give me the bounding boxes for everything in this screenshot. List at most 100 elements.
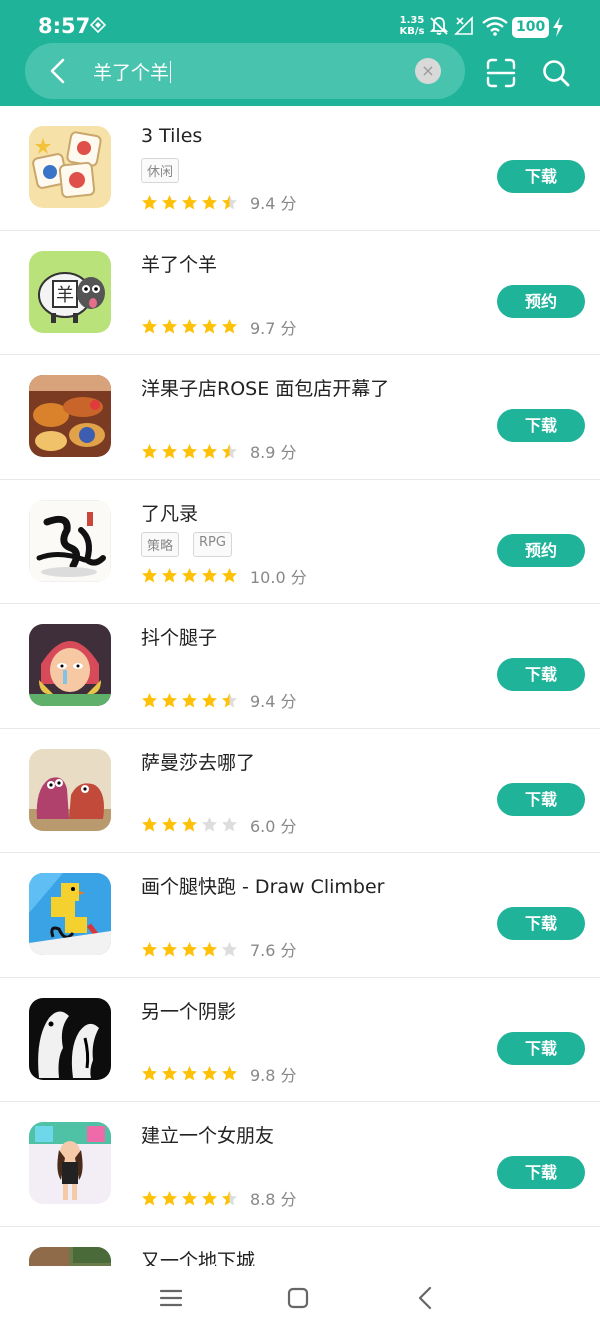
- list-item[interactable]: 3 Tiles 休闲 9.4 分 下载: [0, 106, 600, 231]
- app-name[interactable]: 萨曼莎去哪了: [141, 748, 255, 775]
- list-item[interactable]: 萨曼莎去哪了 6.0 分 下载: [0, 729, 600, 853]
- app-tag: 策略: [141, 531, 180, 557]
- download-button[interactable]: 下载: [497, 907, 585, 940]
- app-name[interactable]: 画个腿快跑 - Draw Climber: [141, 872, 385, 899]
- list-item[interactable]: 建立一个女朋友 8.8 分 下载: [0, 1102, 600, 1227]
- mute-bell-icon: [429, 17, 449, 35]
- list-item[interactable]: 另一个阴影 9.8 分 下载: [0, 978, 600, 1102]
- back-icon[interactable]: [412, 1284, 440, 1312]
- download-button[interactable]: 下载: [497, 160, 585, 193]
- home-icon[interactable]: [284, 1284, 312, 1312]
- star-icon: [182, 1190, 197, 1205]
- download-button[interactable]: 下载: [497, 782, 585, 816]
- star-icon: [202, 1066, 217, 1081]
- list-item[interactable]: 洋果子店ROSE 面包店开幕了 8.9 分 下载: [0, 355, 600, 480]
- app-name[interactable]: 洋果子店ROSE 面包店开幕了: [141, 374, 389, 401]
- star-icon: [182, 941, 197, 956]
- star-rating: [141, 692, 238, 709]
- app-icon-shake-legs[interactable]: [29, 624, 111, 706]
- app-name[interactable]: 另一个阴影: [141, 997, 236, 1024]
- app-tag: RPG: [193, 531, 232, 557]
- list-item[interactable]: 抖个腿子 9.4 分 下载: [0, 604, 600, 729]
- download-button[interactable]: 下载: [497, 658, 585, 691]
- star-icon: [142, 319, 157, 334]
- app-tags: 策略 RPG: [141, 531, 232, 557]
- back-arrow-icon[interactable]: [45, 57, 71, 85]
- app-rating: 6.0 分: [141, 813, 297, 837]
- search-results-list: 3 Tiles 休闲 9.4 分 下载 羊 羊了个羊 9.7 分 预约 洋果子店…: [0, 106, 600, 1333]
- star-icon: [202, 568, 217, 583]
- app-icon-liaofanlu[interactable]: [29, 499, 111, 582]
- star-icon: [202, 443, 217, 458]
- app-icon-sheep[interactable]: 羊: [29, 250, 111, 333]
- list-item[interactable]: 了凡录 策略 RPG 10.0 分 预约: [0, 480, 600, 604]
- app-rating: 10.0 分: [141, 564, 307, 588]
- app-icon-another-shadow[interactable]: [29, 997, 111, 1080]
- location-icon: [90, 17, 106, 33]
- reserve-button[interactable]: 预约: [497, 284, 585, 318]
- star-rating: [141, 1065, 238, 1082]
- star-icon: [142, 194, 157, 209]
- app-rating: 9.8 分: [141, 1062, 297, 1086]
- star-icon: [142, 443, 157, 458]
- app-tag: 休闲: [141, 158, 180, 183]
- app-name[interactable]: 抖个腿子: [141, 623, 217, 650]
- list-item[interactable]: 画个腿快跑 - Draw Climber 7.6 分 下载: [0, 853, 600, 978]
- star-icon: [222, 319, 237, 334]
- star-rating: [141, 816, 238, 833]
- app-score: 6.0 分: [250, 816, 297, 836]
- app-score: 9.4 分: [250, 194, 297, 213]
- list-item[interactable]: 羊 羊了个羊 9.7 分 预约: [0, 231, 600, 355]
- reserve-button[interactable]: 预约: [497, 533, 585, 567]
- star-icon: [182, 692, 197, 707]
- menu-icon[interactable]: [157, 1284, 185, 1312]
- app-rating: 9.4 分: [141, 688, 297, 712]
- star-icon: [162, 568, 177, 583]
- scan-icon[interactable]: [486, 58, 516, 88]
- app-header: 8:57 1.35 KB/s 100 羊了个羊 ×: [0, 0, 600, 106]
- search-input[interactable]: 羊了个羊: [93, 58, 172, 85]
- star-icon: [222, 443, 237, 458]
- app-name[interactable]: 羊了个羊: [141, 250, 217, 277]
- star-icon: [182, 319, 197, 334]
- app-tags: 休闲: [141, 158, 180, 183]
- download-button[interactable]: 下载: [497, 1031, 585, 1065]
- star-icon: [162, 1066, 177, 1081]
- app-score: 9.4 分: [250, 692, 297, 711]
- star-icon: [162, 319, 177, 334]
- battery-indicator: 100: [512, 17, 550, 38]
- svg-text:羊: 羊: [56, 285, 74, 306]
- wifi-icon: [482, 16, 508, 36]
- app-icon-draw-climber[interactable]: [29, 873, 111, 955]
- star-icon: [202, 194, 217, 209]
- system-nav-bar: [0, 1266, 600, 1333]
- app-icon-bakery[interactable]: [29, 375, 111, 457]
- star-rating: [141, 567, 238, 584]
- app-icon-girlfriend[interactable]: [29, 1122, 111, 1204]
- charging-icon: [553, 17, 563, 37]
- star-icon: [142, 692, 157, 707]
- app-icon-samantha[interactable]: [29, 748, 111, 831]
- clear-search-button[interactable]: ×: [415, 58, 441, 84]
- app-rating: 8.8 分: [141, 1186, 297, 1210]
- star-icon: [142, 817, 157, 832]
- star-icon: [222, 568, 237, 583]
- star-icon: [162, 817, 177, 832]
- download-button[interactable]: 下载: [497, 409, 585, 442]
- app-icon-3-tiles[interactable]: [29, 126, 111, 208]
- app-name[interactable]: 了凡录: [141, 499, 198, 526]
- star-rating: [141, 443, 238, 460]
- star-icon: [162, 692, 177, 707]
- star-icon: [182, 568, 197, 583]
- app-rating: 9.7 分: [141, 315, 297, 339]
- app-rating: 9.4 分: [141, 190, 297, 214]
- star-icon: [182, 817, 197, 832]
- app-name[interactable]: 3 Tiles: [141, 125, 202, 147]
- search-icon[interactable]: [542, 59, 570, 87]
- status-time: 8:57: [38, 14, 91, 38]
- app-score: 8.9 分: [250, 443, 297, 462]
- star-icon: [202, 817, 217, 832]
- app-name[interactable]: 建立一个女朋友: [141, 1121, 274, 1148]
- download-button[interactable]: 下载: [497, 1156, 585, 1189]
- star-rating: [141, 941, 238, 958]
